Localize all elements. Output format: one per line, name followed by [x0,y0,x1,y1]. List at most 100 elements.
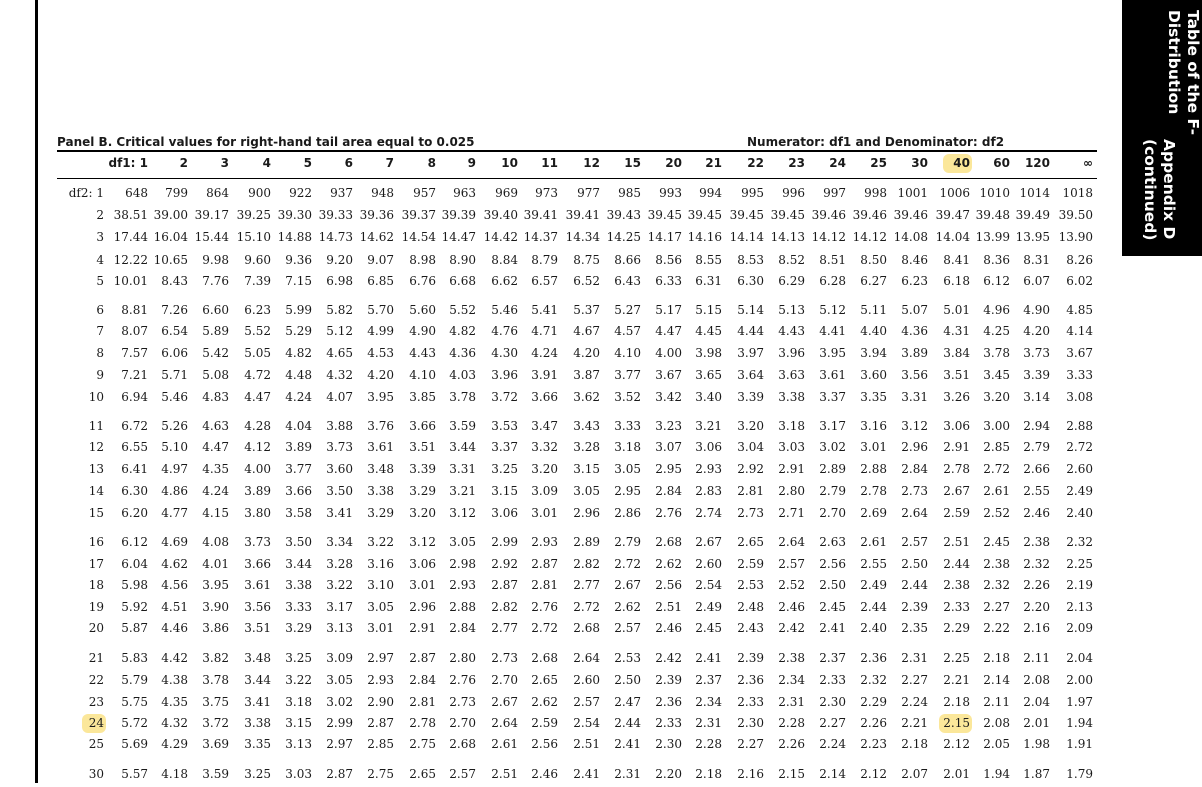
table-cell: 3.20 [737,419,764,433]
row-label-df2: 24 [88,716,104,730]
table-cell: 2.43 [737,621,764,635]
table-cell: 14.47 [441,230,476,244]
table-cell: 14.34 [565,230,600,244]
table-cell: 2.93 [449,578,476,592]
table-cell: 39.41 [565,208,600,222]
table-cell: 3.37 [819,390,846,404]
table-cell: 2.81 [531,578,558,592]
table-cell: 6.31 [695,274,722,288]
table-cell: 7.15 [285,274,312,288]
table-cell: 4.38 [161,673,188,687]
table-cell: 2.51 [573,737,600,751]
table-cell: 3.31 [901,390,928,404]
table-cell: 3.44 [449,440,476,454]
table-cell: 3.13 [326,621,353,635]
table-cell: 8.66 [614,253,641,267]
table-cell: 948 [371,186,394,200]
table-cell: 3.87 [573,368,600,382]
table-cell: 2.87 [367,716,394,730]
table-cell: 15.44 [194,230,229,244]
table-cell: 4.24 [202,484,229,498]
table-cell: 3.02 [819,440,846,454]
table-cell: 2.76 [449,673,476,687]
column-header: 12 [583,156,600,170]
table-cell: 799 [165,186,188,200]
table-cell: 2.11 [1023,651,1050,665]
table-cell: 4.53 [367,346,394,360]
table-cell: 2.27 [737,737,764,751]
table-cell: 2.55 [860,557,887,571]
table-cell: 4.03 [449,368,476,382]
table-cell: 6.68 [449,274,476,288]
table-cell: 4.77 [161,506,188,520]
table-cell: 3.77 [614,368,641,382]
table-row: 21 5.83 4.42 3.82 3.48 3.25 3.09 2.97 2.87 2.80 2.… [0,651,1120,671]
table-cell: 6.60 [202,303,229,317]
table-cell: 3.69 [202,737,229,751]
row-label-df2: 17 [88,557,104,571]
column-header: 23 [788,156,805,170]
table-cell: 2.97 [326,737,353,751]
table-row: 10 6.94 5.46 4.83 4.47 4.24 4.07 3.95 3.85 3.78 3.… [0,390,1120,410]
table-cell: 8.46 [901,253,928,267]
table-cell: 14.08 [893,230,928,244]
table-cell: 39.39 [441,208,476,222]
table-cell: 39.45 [770,208,805,222]
table-cell: 2.68 [449,737,476,751]
table-cell: 5.46 [161,390,188,404]
table-cell: 9.98 [202,253,229,267]
table-cell: 5.15 [695,303,722,317]
column-header: 3 [220,156,229,170]
table-cell: 2.21 [901,716,928,730]
table-cell: 5.42 [202,346,229,360]
row-label-df2: 16 [88,535,104,549]
table-cell: 3.61 [819,368,846,382]
table-cell: 14.62 [359,230,394,244]
table-cell: 2.60 [695,557,722,571]
table-cell: 9.20 [326,253,353,267]
table-cell: 3.03 [285,767,312,781]
table-cell: 2.24 [901,695,928,709]
table-cell: 39.33 [318,208,353,222]
table-cell: 2.64 [778,535,805,549]
table-cell: 14.88 [277,230,312,244]
table-cell: 1014 [1019,186,1050,200]
table-row: 3 17.44 16.04 15.44 15.10 14.88 14.73 14.62 14.5… [0,230,1120,250]
table-cell: 4.99 [367,324,394,338]
table-cell: 3.17 [326,600,353,614]
table-cell: 1001 [897,186,928,200]
table-cell: 3.47 [531,419,558,433]
table-cell: 15.10 [236,230,271,244]
table-cell: 3.21 [449,484,476,498]
table-cell: 2.12 [860,767,887,781]
table-cell: 39.17 [194,208,229,222]
table-cell: 2.72 [614,557,641,571]
table-cell: 39.46 [893,208,928,222]
table-cell: 3.32 [531,440,558,454]
table-cell: 4.83 [202,390,229,404]
table-cell: 5.14 [737,303,764,317]
table-cell: 5.26 [161,419,188,433]
table-cell: 2.73 [737,506,764,520]
table-cell: 4.40 [860,324,887,338]
table-cell: 5.07 [901,303,928,317]
table-row: 4 12.22 10.65 9.98 9.60 9.36 9.20 9.07 8.98 8.90 8… [0,253,1120,273]
table-cell: 3.29 [285,621,312,635]
table-cell: 4.47 [244,390,271,404]
table-cell: 2.48 [737,600,764,614]
table-cell: 2.47 [614,695,641,709]
table-cell: 2.09 [1066,621,1093,635]
table-row: 22 5.79 4.38 3.78 3.44 3.22 3.05 2.93 2.84 2.76 2.… [0,673,1120,693]
table-cell: 2.15 [778,767,805,781]
table-cell: 2.70 [449,716,476,730]
table-cell: 2.42 [778,621,805,635]
table-cell: 3.76 [367,419,394,433]
table-cell: 2.85 [367,737,394,751]
table-cell: 4.90 [1023,303,1050,317]
table-header-rule [57,178,1097,179]
table-cell: 3.10 [367,578,394,592]
table-cell: 6.29 [778,274,805,288]
table-row: 12 6.55 5.10 4.47 4.12 3.89 3.73 3.61 3.51 3.44 3.… [0,440,1120,460]
table-cell: 4.44 [737,324,764,338]
table-cell: 10.65 [153,253,188,267]
